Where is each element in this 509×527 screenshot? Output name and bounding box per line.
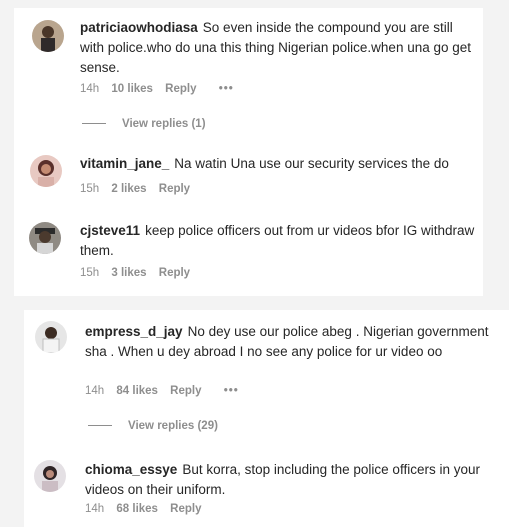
more-options-icon[interactable]: ••• — [224, 385, 239, 397]
likes-count[interactable]: 68 likes — [116, 503, 158, 515]
comments-card-1: patriciaowhodiasa So even inside the comp… — [14, 8, 483, 296]
reply-button[interactable]: Reply — [159, 267, 190, 279]
comments-card-2: empress_d_jay No dey use our police abeg … — [24, 310, 509, 527]
comment-time: 15h — [80, 183, 100, 195]
comment-body: Na watin Una use our security services t… — [174, 156, 449, 171]
view-replies-label: View replies (29) — [128, 420, 218, 432]
comment-text: patriciaowhodiasa So even inside the comp… — [80, 18, 475, 78]
comment-text: chioma_essye But korra, stop including th… — [85, 460, 495, 500]
avatar[interactable] — [35, 321, 67, 353]
avatar[interactable] — [30, 155, 62, 187]
comment-time: 14h — [85, 503, 105, 515]
comment-meta: 15h 3 likes Reply — [80, 267, 199, 279]
comment-text: vitamin_jane_ Na watin Una use our securi… — [80, 154, 475, 174]
divider-line — [88, 425, 112, 427]
comment-time: 14h — [85, 385, 105, 397]
avatar[interactable] — [29, 222, 61, 254]
view-replies-button[interactable]: View replies (1) — [82, 118, 206, 130]
likes-count[interactable]: 84 likes — [116, 385, 158, 397]
likes-count[interactable]: 10 likes — [111, 83, 153, 95]
view-replies-label: View replies (1) — [122, 118, 206, 130]
reply-button[interactable]: Reply — [165, 83, 196, 95]
reply-button[interactable]: Reply — [170, 503, 201, 515]
reply-button[interactable]: Reply — [170, 385, 201, 397]
likes-count[interactable]: 2 likes — [111, 183, 146, 195]
comment-meta: 15h 2 likes Reply — [80, 183, 199, 195]
comment-username[interactable]: vitamin_jane_ — [80, 156, 169, 171]
more-options-icon[interactable]: ••• — [219, 83, 234, 95]
comment-meta: 14h 68 likes Reply — [85, 503, 211, 515]
reply-button[interactable]: Reply — [159, 183, 190, 195]
likes-count[interactable]: 3 likes — [111, 267, 146, 279]
avatar[interactable] — [32, 20, 64, 52]
comment-text: cjsteve11 keep police officers out from u… — [80, 221, 475, 261]
divider-line — [82, 123, 106, 125]
view-replies-button[interactable]: View replies (29) — [88, 420, 218, 432]
comment-meta: 14h 10 likes Reply ••• — [80, 83, 243, 95]
comment-username[interactable]: patriciaowhodiasa — [80, 20, 198, 35]
comment-username[interactable]: cjsteve11 — [80, 223, 140, 238]
comment-time: 14h — [80, 83, 100, 95]
comment-time: 15h — [80, 267, 100, 279]
comment-text: empress_d_jay No dey use our police abeg … — [85, 322, 495, 362]
comment-meta: 14h 84 likes Reply ••• — [85, 385, 248, 397]
comment-username[interactable]: empress_d_jay — [85, 324, 183, 339]
avatar[interactable] — [34, 460, 66, 492]
comment-username[interactable]: chioma_essye — [85, 462, 177, 477]
